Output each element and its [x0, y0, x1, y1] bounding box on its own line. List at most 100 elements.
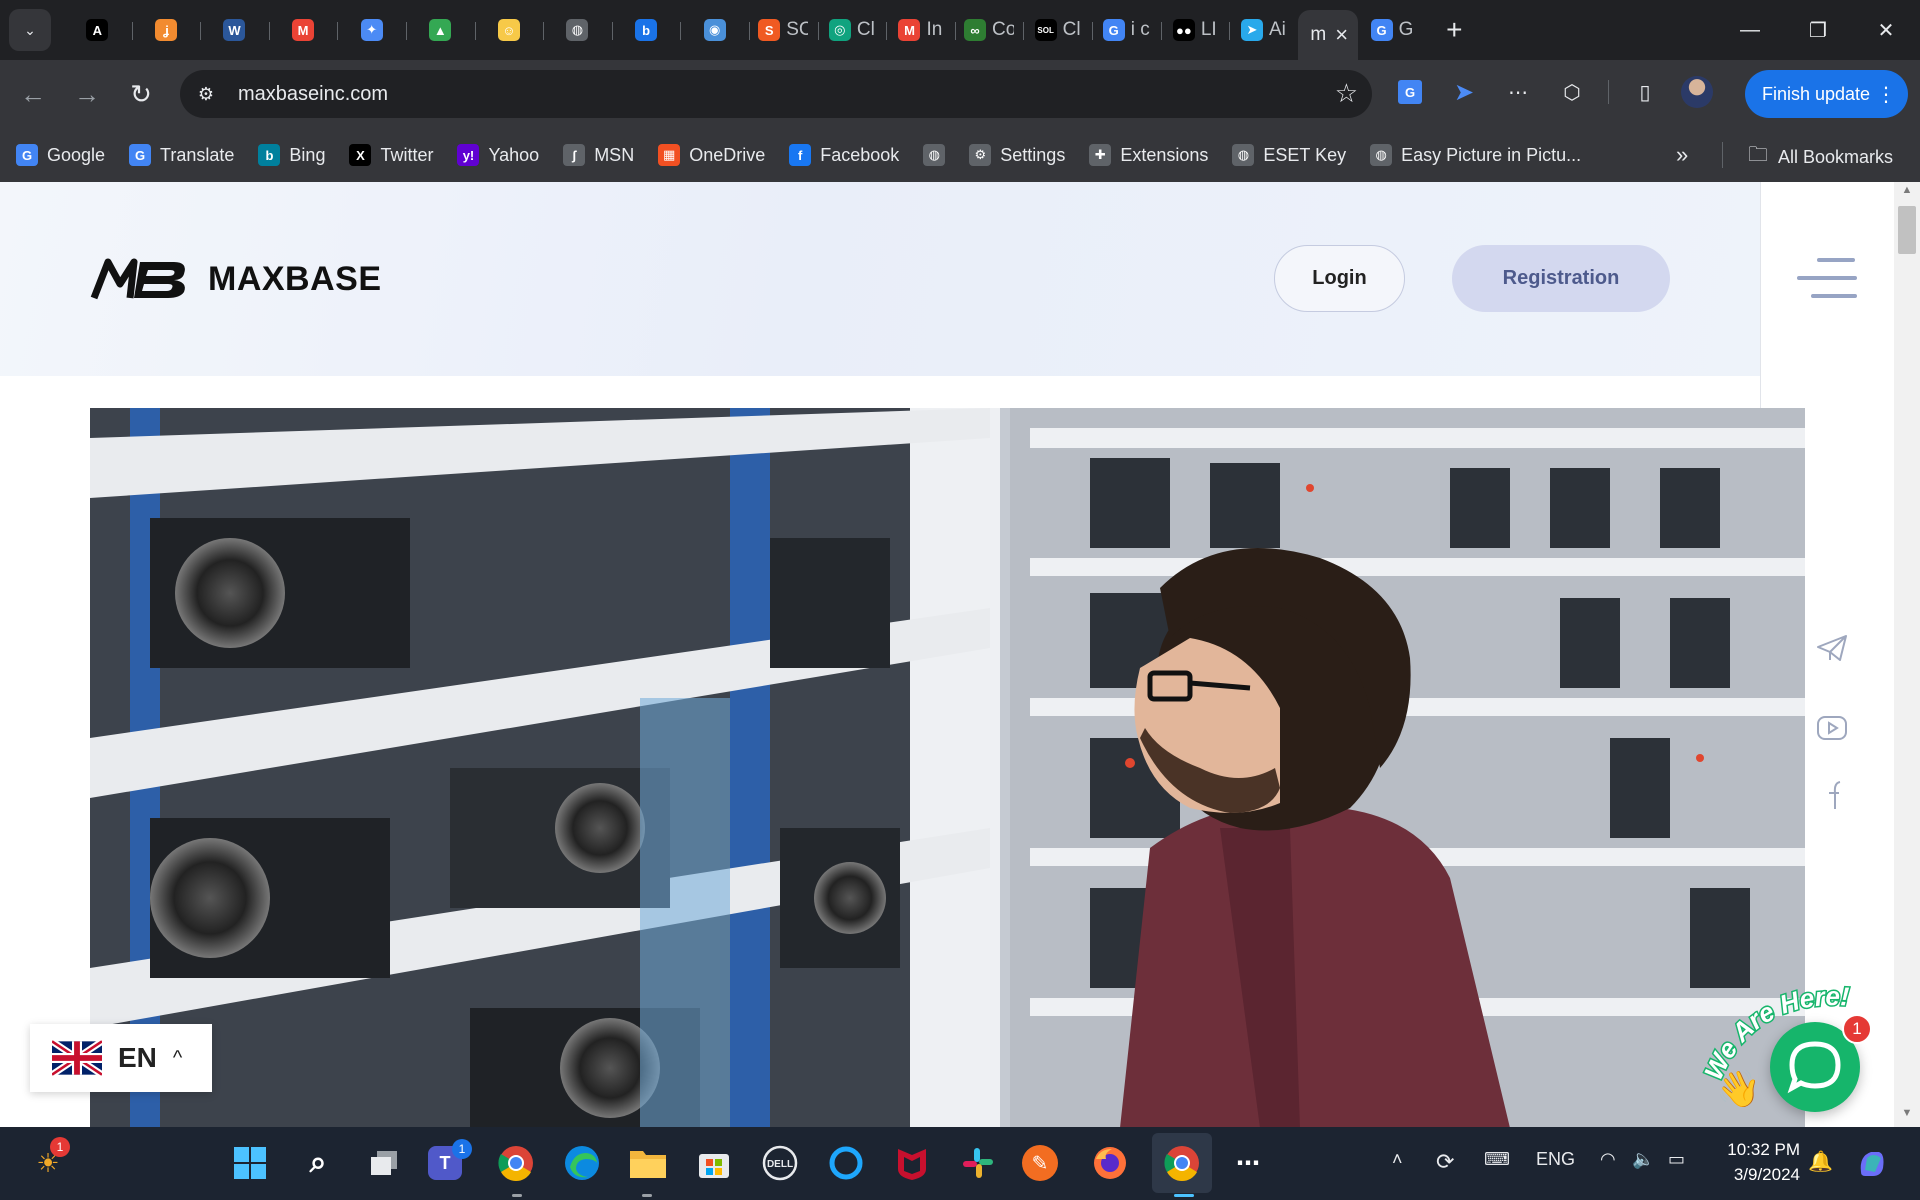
dell-icon[interactable]: DELL	[758, 1141, 802, 1185]
search-icon[interactable]: ⌕	[296, 1141, 340, 1185]
bookmark-item[interactable]: b Bing	[258, 144, 325, 166]
youtube-icon[interactable]	[1812, 708, 1852, 748]
chrome-icon[interactable]	[494, 1141, 538, 1185]
bookmark-favicon-icon: ʃ	[563, 144, 586, 166]
browser-tab[interactable]: GG	[1358, 8, 1427, 52]
chrome-profile-icon[interactable]	[1160, 1141, 1204, 1185]
copilot-icon[interactable]	[1850, 1141, 1894, 1185]
bookmark-item[interactable]: ◍ Easy Picture in Pictu...	[1370, 144, 1581, 166]
registration-button[interactable]: Registration	[1452, 245, 1670, 312]
bookmarks-overflow-icon[interactable]: »	[1676, 142, 1688, 168]
browser-tab[interactable]: ◉	[680, 8, 749, 52]
firefox-icon[interactable]	[1088, 1141, 1132, 1185]
chat-widget[interactable]: We Are Here! 1 👋	[1700, 952, 1900, 1122]
browser-tab[interactable]: ☺	[474, 8, 544, 52]
scroll-thumb[interactable]	[1898, 206, 1916, 254]
all-bookmarks-button[interactable]: 🗀 All Bookmarks	[1748, 140, 1893, 174]
edge-icon[interactable]	[560, 1141, 604, 1185]
slack-icon[interactable]	[956, 1141, 1000, 1185]
restore-button[interactable]: ❐	[1784, 0, 1852, 60]
tab-title: In	[926, 19, 943, 40]
tab-favicon-icon: ●●	[1172, 19, 1195, 41]
taskbar-overflow-icon[interactable]: ⋯	[1226, 1141, 1270, 1185]
pen-app-icon[interactable]: ✎	[1022, 1145, 1058, 1181]
keyboard-icon[interactable]: ⌨	[1484, 1149, 1510, 1170]
browser-tab[interactable]: ʝ	[131, 8, 201, 52]
browser-tab[interactable]: M	[268, 8, 338, 52]
site-logo[interactable]: MAXBASE	[90, 254, 382, 304]
bookmark-item[interactable]: ✚ Extensions	[1089, 144, 1208, 166]
cursor-extension-icon[interactable]: ➤	[1446, 74, 1482, 110]
task-view-icon[interactable]	[362, 1141, 406, 1185]
bookmark-item[interactable]: ◍ ESET Key	[1232, 144, 1346, 166]
more-extension-icon[interactable]: ⋯	[1500, 74, 1536, 110]
browser-tab[interactable]: b	[611, 8, 681, 52]
finish-update-button[interactable]: Finish update ⋮	[1745, 70, 1908, 118]
minimize-button[interactable]: —	[1716, 0, 1784, 60]
bookmark-item[interactable]: G Google	[16, 144, 105, 166]
browser-tab[interactable]: ▲	[405, 8, 475, 52]
browser-tab[interactable]: ∞ Co	[954, 8, 1024, 52]
google-translate-icon[interactable]: G	[1392, 74, 1428, 110]
file-explorer-icon[interactable]	[626, 1141, 670, 1185]
address-bar[interactable]: ⚙ maxbaseinc.com ☆	[180, 70, 1372, 118]
clock-time: 10:32 PM	[1727, 1140, 1800, 1159]
scroll-up-arrow-icon[interactable]: ▲	[1898, 184, 1916, 202]
cortana-icon[interactable]	[824, 1141, 868, 1185]
hamburger-menu-icon[interactable]	[1797, 254, 1857, 302]
bookmark-item[interactable]: ⚙ Settings	[969, 144, 1065, 166]
bookmark-item[interactable]: G Translate	[129, 144, 234, 166]
side-panel-icon[interactable]: ▯	[1627, 74, 1663, 110]
tab-search-button[interactable]: ⌄	[9, 9, 51, 51]
bookmark-favicon-icon: G	[129, 144, 152, 166]
new-tab-button[interactable]: +	[1434, 10, 1474, 50]
browser-tab[interactable]: ◎ Cl	[817, 8, 887, 52]
bookmark-item[interactable]: y! Yahoo	[457, 144, 539, 166]
microsoft-store-icon[interactable]	[692, 1141, 736, 1185]
browser-tab[interactable]: ●● LI	[1160, 8, 1230, 52]
telegram-icon[interactable]	[1812, 628, 1852, 668]
reload-button[interactable]: ↻	[117, 70, 165, 118]
bookmark-item[interactable]: ▦ OneDrive	[658, 144, 765, 166]
bookmark-star-icon[interactable]: ☆	[1335, 78, 1358, 109]
browser-tab[interactable]: ◍	[543, 8, 612, 52]
browser-tab[interactable]: W	[200, 8, 269, 52]
input-language[interactable]: ENG	[1536, 1149, 1575, 1170]
browser-tab[interactable]: ✦	[337, 8, 406, 52]
browser-tab[interactable]: S SC	[748, 8, 818, 52]
tab-close-icon[interactable]: ×	[1335, 22, 1348, 48]
bookmark-item[interactable]: ʃ MSN	[563, 144, 634, 166]
url-text[interactable]: maxbaseinc.com	[238, 83, 388, 106]
scroll-down-arrow-icon[interactable]: ▼	[1898, 1107, 1916, 1125]
browser-tab[interactable]: A	[63, 8, 132, 52]
wifi-icon[interactable]: ◠	[1600, 1149, 1616, 1170]
login-button[interactable]: Login	[1274, 245, 1405, 312]
facebook-icon[interactable]	[1812, 774, 1852, 814]
bookmark-item[interactable]: ◍	[923, 144, 946, 166]
forward-button[interactable]: →	[63, 70, 111, 118]
notification-bell-icon[interactable]: 🔔	[1808, 1149, 1833, 1174]
browser-tab[interactable]: Gi c	[1091, 8, 1161, 52]
tray-chevron-icon[interactable]: ˄	[1392, 1149, 1403, 1170]
windows-start-icon[interactable]	[228, 1141, 272, 1185]
volume-icon[interactable]: 🔈	[1632, 1149, 1654, 1170]
system-clock[interactable]: 10:32 PM 3/9/2024	[1716, 1137, 1800, 1187]
site-info-icon[interactable]: ⚙	[188, 76, 224, 112]
mcafee-icon[interactable]	[890, 1141, 934, 1185]
tab-favicon-icon: W	[223, 19, 246, 41]
bookmark-item[interactable]: f Facebook	[789, 144, 899, 166]
battery-icon[interactable]: ▭	[1668, 1149, 1685, 1170]
browser-tab[interactable]: ➤ Ai	[1229, 8, 1298, 52]
extensions-puzzle-icon[interactable]: ⬡	[1554, 74, 1590, 110]
close-window-button[interactable]: ✕	[1852, 0, 1920, 60]
back-button[interactable]: ←	[9, 70, 57, 118]
tab-favicon-icon: m	[1310, 24, 1327, 45]
browser-tab[interactable]: M In	[886, 8, 955, 52]
browser-tab[interactable]: m ×	[1297, 10, 1358, 60]
bookmark-item[interactable]: X Twitter	[349, 144, 433, 166]
profile-avatar[interactable]	[1681, 76, 1713, 108]
language-selector[interactable]: EN ^	[30, 1024, 212, 1092]
sync-icon[interactable]: ⟳	[1436, 1149, 1454, 1175]
bookmark-label: Settings	[1000, 144, 1066, 165]
browser-tab[interactable]: SOL Cl	[1023, 8, 1092, 52]
